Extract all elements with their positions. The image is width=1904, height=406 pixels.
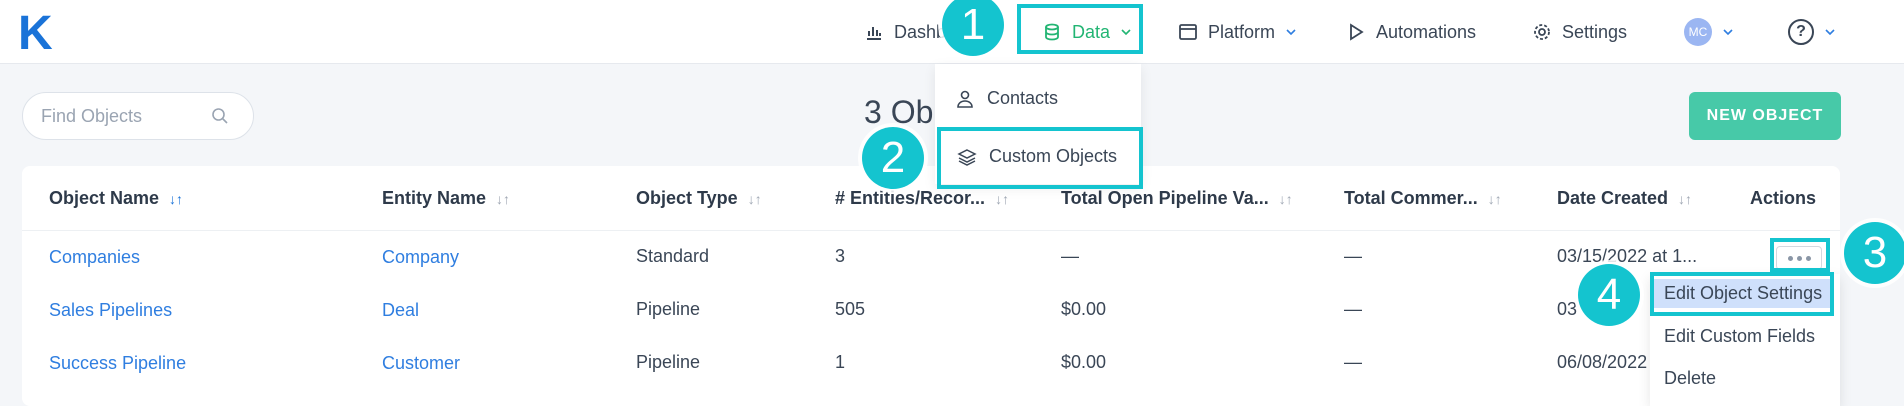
sort-icon: ↓↑ [1487,190,1502,207]
help-icon: ? [1788,19,1814,45]
column-header-label: Entity Name [382,188,487,208]
entities-count-cell: 505 [835,299,866,319]
highlight-box-actions [1770,238,1830,272]
divider [22,230,1840,231]
column-header-label: Date Created [1557,188,1669,208]
chevron-down-icon [1723,29,1733,36]
total-commer-cell: — [1344,352,1362,372]
column-header-object-type[interactable]: Object Type ↓↑ [636,188,762,209]
pipeline-value-cell: $0.00 [1061,299,1107,319]
nav-dashboard-label: Dashb [894,21,947,42]
objects-table: Object Name ↓↑ Entity Name ↓↑ Object Type ↓… [22,166,1840,406]
page-title: 3 Ob [864,94,934,130]
total-commer-cell: — [1344,299,1362,319]
nav-automations-label: Automations [1376,21,1477,42]
object-name-link[interactable]: Companies [49,247,140,268]
date-created-cell: 03 [1557,299,1578,319]
nav-settings[interactable]: Settings [1532,18,1627,46]
highlight-box-edit-settings [1650,272,1834,316]
column-header-label: Object Name [49,188,160,208]
user-menu[interactable]: MC [1684,18,1734,46]
column-header-label: Total Open Pipeline Va... [1061,188,1269,208]
column-header-date-created[interactable]: Date Created ↓↑ [1557,188,1692,209]
search-icon[interactable] [211,107,229,125]
sort-icon: ↓↑ [995,190,1010,207]
object-type-cell: Pipeline [636,352,701,372]
sort-icon: ↓↑ [169,190,184,207]
menu-item-label: Contacts [987,88,1059,108]
nav-platform-label: Platform [1208,21,1276,42]
object-type-cell: Standard [636,246,710,266]
step-callout-3: 3 [1844,222,1904,284]
help-menu[interactable]: ? [1788,18,1836,46]
sort-icon: ↓↑ [747,190,762,207]
column-header-label: # Entities/Recor... [835,188,986,208]
column-header-label: Actions [1750,188,1817,208]
object-name-link[interactable]: Sales Pipelines [49,300,172,321]
nav-dashboard[interactable]: Dashb [864,18,946,46]
new-object-button[interactable]: NEW OBJECT [1689,92,1841,140]
entity-name-link[interactable]: Company [382,247,459,268]
step-callout-4: 4 [1578,264,1640,326]
entity-name-link[interactable]: Customer [382,353,460,374]
step-callout-2: 2 [862,127,924,189]
menu-item-delete[interactable]: Delete [1664,368,1716,389]
search-input[interactable] [41,105,211,127]
play-icon [1350,23,1364,41]
entities-count-cell: 1 [835,352,846,372]
highlight-box-data [1017,4,1143,54]
nav-platform[interactable]: Platform [1178,18,1297,46]
menu-item-contacts[interactable]: Contacts [955,88,1058,109]
person-icon [957,90,973,108]
column-header-open-pipeline-value[interactable]: Total Open Pipeline Va... ↓↑ [1061,188,1293,209]
entity-name-link[interactable]: Deal [382,300,419,321]
sort-icon: ↓↑ [496,190,511,207]
object-type-cell: Pipeline [636,299,701,319]
column-header-entities-records[interactable]: # Entities/Recor... ↓↑ [835,188,1009,209]
column-header-label: Object Type [636,188,738,208]
column-header-object-name[interactable]: Object Name ↓↑ [49,188,183,209]
date-created-cell: 06/08/2022 [1557,352,1648,372]
search-box [22,92,254,140]
bar-chart-icon [867,27,881,40]
nav-settings-label: Settings [1562,21,1628,42]
window-icon [1179,24,1197,40]
column-header-total-commer[interactable]: Total Commer... ↓↑ [1344,188,1502,209]
chevron-down-icon [1825,29,1835,36]
avatar: MC [1684,18,1712,46]
entities-count-cell: 3 [835,246,846,266]
pipeline-value-cell: — [1061,246,1079,266]
sort-icon: ↓↑ [1678,190,1693,207]
menu-item-edit-custom-fields[interactable]: Edit Custom Fields [1664,326,1815,347]
highlight-box-custom-objects [937,127,1143,189]
date-created-cell: 03/15/2022 at 1... [1557,246,1698,266]
total-commer-cell: — [1344,246,1362,266]
column-header-actions: Actions [1750,188,1816,209]
object-name-link[interactable]: Success Pipeline [49,353,186,374]
nav-automations[interactable]: Automations [1346,18,1476,46]
sort-icon: ↓↑ [1278,190,1293,207]
app-logo[interactable]: K [18,6,53,61]
column-header-label: Total Commer... [1344,188,1478,208]
column-header-entity-name[interactable]: Entity Name ↓↑ [382,188,510,209]
pipeline-value-cell: $0.00 [1061,352,1107,372]
gear-icon [1534,24,1550,40]
chevron-down-icon [1286,29,1296,36]
